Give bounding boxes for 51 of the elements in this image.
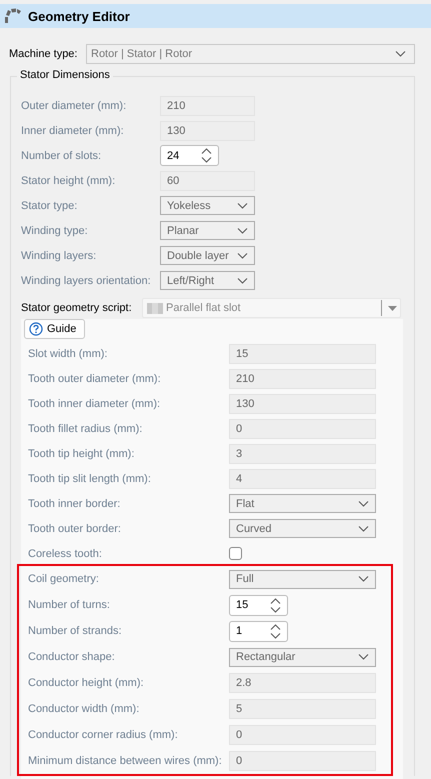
field-label: Tooth fillet radius (mm): bbox=[28, 422, 144, 434]
group-title: Stator Dimensions bbox=[17, 69, 113, 81]
field-label: Tooth inner diameter (mm): bbox=[28, 398, 162, 410]
field-label: Conductor corner radius (mm): bbox=[28, 729, 179, 741]
field-label: Conductor height (mm): bbox=[28, 677, 145, 689]
script-icon bbox=[147, 302, 163, 314]
field-label: Tooth outer diameter (mm): bbox=[28, 372, 162, 384]
field-label: Stator type: bbox=[21, 200, 78, 212]
field-label: Winding type: bbox=[21, 224, 89, 236]
caret-icon bbox=[388, 306, 397, 310]
dropdown[interactable]: Rotor | Stator | Rotor bbox=[86, 44, 415, 64]
chevron-down-icon bbox=[201, 157, 212, 163]
chevron-down-icon bbox=[358, 576, 369, 582]
chevron-down-icon bbox=[270, 606, 281, 612]
field-label: Slot width (mm): bbox=[28, 348, 108, 360]
field-label: Stator height (mm): bbox=[21, 174, 116, 186]
field-label: Number of strands: bbox=[28, 625, 123, 637]
field-label: Coreless tooth: bbox=[28, 548, 103, 560]
chevron-up-icon bbox=[270, 624, 281, 630]
chevron-down-icon bbox=[358, 654, 369, 660]
field-label: Tooth tip height (mm): bbox=[28, 448, 136, 460]
chevron-down-icon bbox=[358, 500, 369, 506]
guide-button[interactable]: Guide bbox=[24, 319, 86, 339]
field-label: Machine type: bbox=[9, 48, 78, 60]
segmented-arc-icon bbox=[4, 8, 22, 24]
field-label: Conductor width (mm): bbox=[28, 703, 140, 715]
dropdown[interactable]: Parallel flat slot bbox=[142, 298, 401, 318]
field-label: Winding layers orientation: bbox=[21, 274, 152, 286]
chevron-down-icon bbox=[237, 278, 248, 284]
window-title: Geometry Editor bbox=[28, 8, 130, 24]
field-label: Conductor shape: bbox=[28, 651, 116, 663]
chevron-down-icon bbox=[358, 526, 369, 532]
field-label: Outer diameter (mm): bbox=[21, 100, 128, 112]
field-label: Minimum distance between wires (mm): bbox=[28, 755, 223, 767]
chevron-down-icon bbox=[270, 632, 281, 638]
field-label: Coil geometry: bbox=[28, 573, 100, 585]
help-icon bbox=[29, 322, 43, 336]
chevron-up-icon bbox=[201, 148, 212, 154]
field-label: Tooth inner border: bbox=[28, 498, 122, 510]
field-label: Inner diameter (mm): bbox=[21, 124, 125, 136]
field-label: Winding layers: bbox=[21, 250, 98, 262]
chevron-down-icon bbox=[395, 51, 406, 57]
field-label: Tooth tip slit length (mm): bbox=[28, 472, 152, 484]
field-label: Number of turns: bbox=[28, 599, 111, 611]
chevron-down-icon bbox=[237, 252, 248, 258]
field-label: Number of slots: bbox=[21, 150, 102, 162]
field-label: Stator geometry script: bbox=[21, 302, 133, 314]
field-label: Tooth outer border: bbox=[28, 522, 122, 534]
chevron-down-icon bbox=[237, 202, 248, 208]
chevron-down-icon bbox=[237, 228, 248, 234]
chevron-up-icon bbox=[270, 598, 281, 604]
